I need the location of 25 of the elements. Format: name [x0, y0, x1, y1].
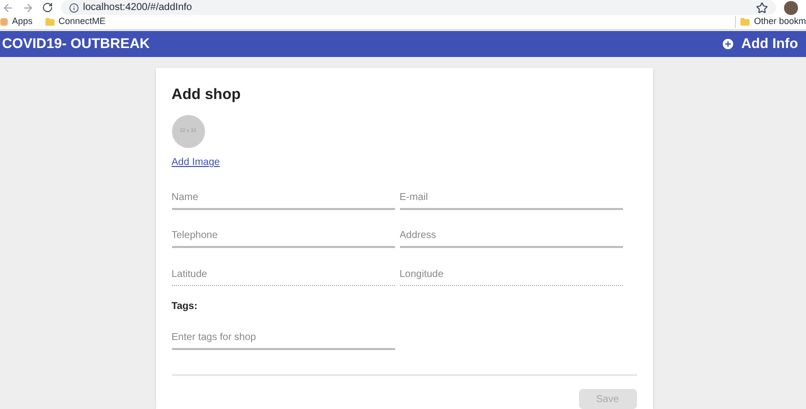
star-icon[interactable]: [756, 2, 768, 14]
add-image-link[interactable]: Add Image: [172, 155, 220, 170]
folder-icon: [740, 16, 750, 27]
tags-label: Tags:: [172, 300, 198, 314]
tags-field[interactable]: Enter tags for shop: [172, 327, 394, 350]
avatar-icon[interactable]: [784, 0, 798, 14]
input-field[interactable]: Name: [172, 187, 394, 210]
form-title: Add shop: [172, 84, 242, 104]
input-field[interactable]: E-mail: [400, 187, 622, 210]
reload-icon[interactable]: [42, 2, 53, 13]
bookmark-link[interactable]: Other bookm: [740, 15, 806, 28]
input-field[interactable]: Address: [400, 225, 622, 248]
folder-icon: [44, 16, 55, 27]
info-icon: [69, 2, 79, 12]
url-text: localhost:4200/#/addInfo: [83, 1, 192, 15]
forward-icon[interactable]: [22, 2, 34, 14]
input-field[interactable]: Telephone: [172, 225, 394, 248]
apps-icon[interactable]: [0, 18, 8, 26]
app-title: COVID19- OUTBREAK: [2, 34, 150, 53]
bookmark-link[interactable]: ConnectME: [44, 15, 106, 28]
address-bar[interactable]: localhost:4200/#/addInfo: [61, 0, 776, 15]
add-info-button[interactable]: Add Info: [721, 33, 798, 54]
back-icon[interactable]: [2, 2, 14, 14]
add-icon: [721, 36, 736, 50]
bookmark-link[interactable]: Apps: [12, 15, 33, 28]
